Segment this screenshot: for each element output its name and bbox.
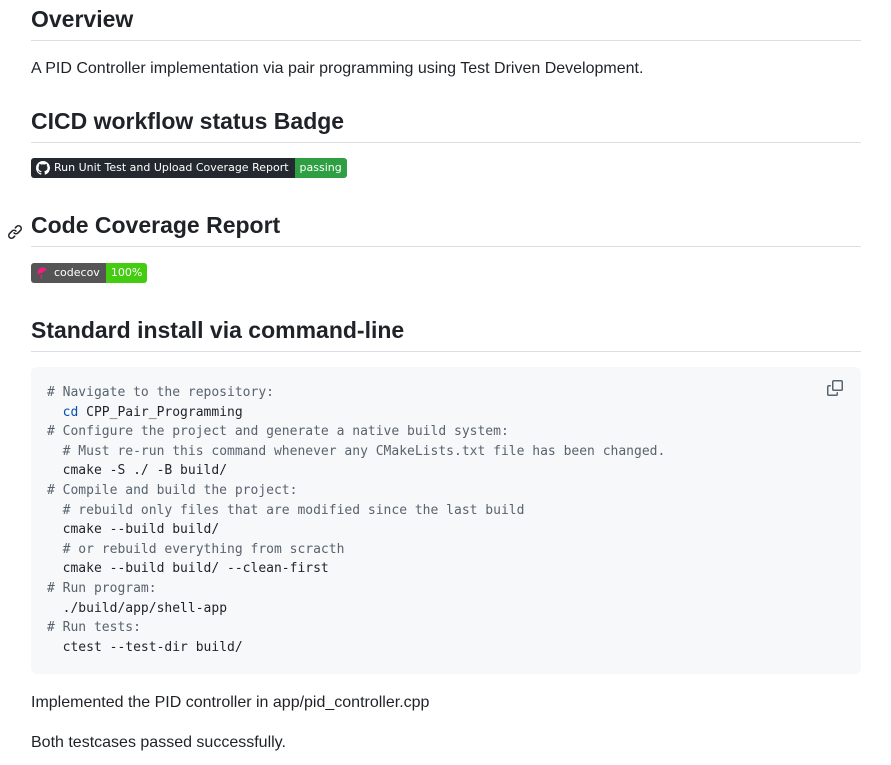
code-line: cmake --build build/ --clean-first [47,559,845,579]
footer-line-2: Both testcases passed successfully. [31,734,286,751]
code-comment: # Compile and build the project: [47,482,298,498]
code-comment: # Run program: [47,580,157,596]
code-line: cd CPP_Pair_Programming [47,403,845,423]
code-line: # Configure the project and generate a n… [47,422,845,442]
cicd-badge-status: passing [294,158,347,178]
code-comment: # rebuild only files that are modified s… [62,502,525,518]
overview-description: A PID Controller implementation via pair… [31,60,644,77]
code-line: # rebuild only files that are modified s… [47,501,845,521]
code-line: cmake -S ./ -B build/ [47,461,845,481]
code-command: cmake -S ./ -B build/ [62,463,228,479]
overview-heading: Overview [31,4,861,41]
codecov-badge-label: codecov [54,266,100,279]
code-keyword: cd [62,404,79,420]
codecov-badge[interactable]: codecov 100% [31,263,148,283]
code-text: CPP_Pair_Programming [78,404,243,420]
code-comment: # Configure the project and generate a n… [47,424,509,440]
footer-line-1: Implemented the PID controller in app/pi… [31,694,430,711]
code-line: # Run tests: [47,618,845,638]
code-line: # or rebuild everything from scracth [47,540,845,560]
install-heading: Standard install via command-line [31,315,861,352]
coverage-heading: Code Coverage Report [7,210,861,247]
code-line: cmake --build build/ [47,520,845,540]
code-comment: # or rebuild everything from scracth [62,541,345,557]
cicd-badge-label: Run Unit Test and Upload Coverage Report [54,161,289,174]
code-line: # Must re-run this command whenever any … [47,442,845,462]
code-comment: # Run tests: [47,620,141,636]
code-command: ctest --test-dir build/ [62,639,243,655]
code-line: ./build/app/shell-app [47,599,845,619]
copy-icon [827,380,843,396]
cicd-heading: CICD workflow status Badge [31,106,861,143]
copy-button[interactable] [827,380,845,398]
code-command: cmake --build build/ [62,522,220,538]
cicd-status-badge[interactable]: Run Unit Test and Upload Coverage Report… [31,158,347,178]
github-icon [36,161,50,175]
code-line: # Navigate to the repository: [47,383,845,403]
coverage-heading-text: Code Coverage Report [31,212,281,238]
code-line: # Run program: [47,579,845,599]
code-command: ./build/app/shell-app [62,600,228,616]
codecov-badge-value: 100% [105,263,148,283]
codecov-icon [37,267,48,279]
link-icon[interactable] [7,217,23,240]
code-line: ctest --test-dir build/ [47,638,845,658]
install-code-block: # Navigate to the repository: cd CPP_Pai… [31,367,861,674]
code-command: cmake --build build/ --clean-first [62,561,329,577]
code-comment: # Must re-run this command whenever any … [62,443,666,459]
code-line: # Compile and build the project: [47,481,845,501]
code-comment: # Navigate to the repository: [47,385,274,400]
